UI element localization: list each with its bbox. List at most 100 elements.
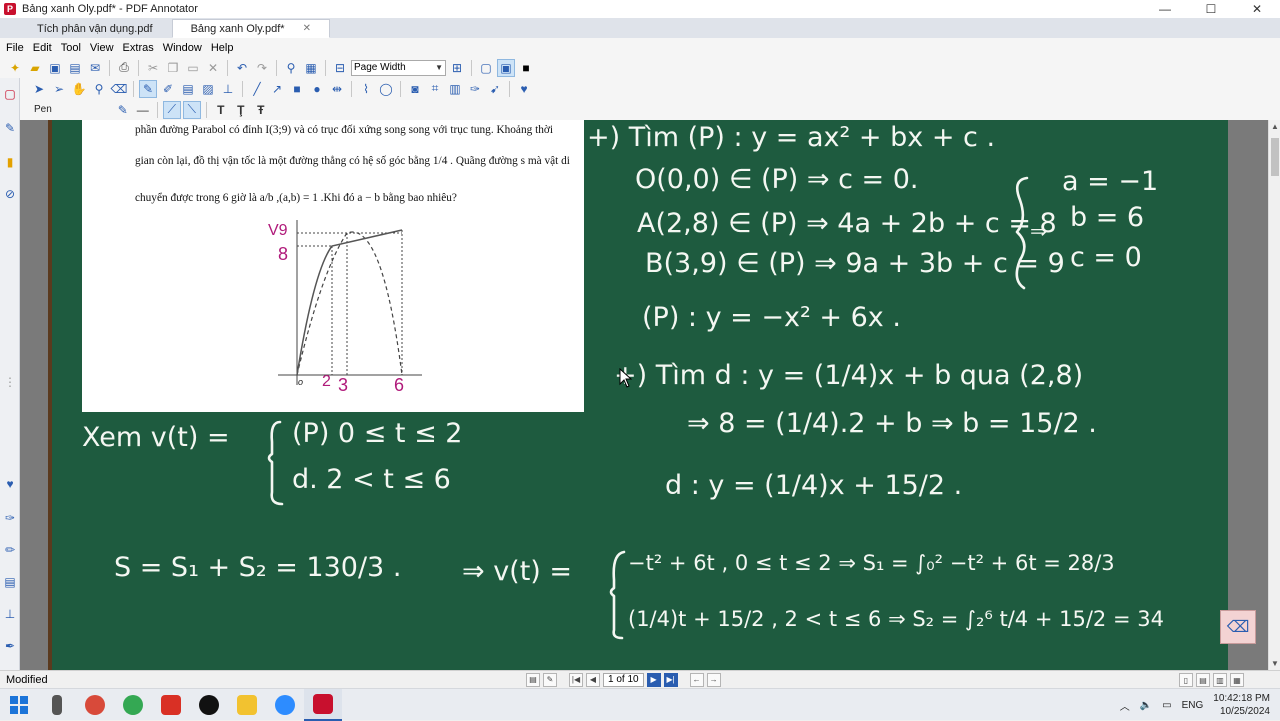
favorites-icon[interactable]: ♥ [515, 80, 533, 98]
tab-bang-xanh[interactable]: Bảng xanh Oly.pdf* ✕ [171, 19, 330, 38]
favorites-panel-icon[interactable]: ♥ [2, 476, 18, 492]
zoom-in-icon[interactable]: ⊞ [448, 59, 466, 77]
fit-width-icon[interactable]: ▣ [497, 58, 515, 77]
taskbar-chrome[interactable] [114, 689, 152, 721]
page-layout-icon[interactable]: ▦ [302, 59, 320, 77]
ellipse-icon[interactable]: ● [308, 80, 326, 98]
text-tool-icon[interactable]: T [212, 101, 230, 119]
battery-icon[interactable]: ▭ [1162, 700, 1171, 711]
zoom-select[interactable]: Page Width ▼ [351, 59, 446, 76]
panel-grip-icon[interactable]: ⋮ [2, 374, 18, 390]
taskbar-phone-app[interactable] [38, 689, 76, 721]
page-thumbs-icon[interactable]: ▤ [526, 672, 540, 687]
vertical-scrollbar[interactable]: ▲ ▼ [1268, 120, 1280, 670]
dimension-icon[interactable]: ⇹ [328, 80, 346, 98]
pen-icon[interactable]: ✎ [139, 79, 157, 98]
single-page-view-icon[interactable]: ▯ [1179, 673, 1193, 687]
taskbar-tiktok[interactable] [190, 689, 228, 721]
maximize-button[interactable]: ☐ [1188, 0, 1234, 18]
close-tab-icon[interactable]: ✕ [303, 23, 311, 34]
menu-file[interactable]: File [6, 42, 24, 54]
zoom-out-icon[interactable]: ⊟ [331, 59, 349, 77]
delete-icon[interactable]: ✕ [204, 59, 222, 77]
page-edit-icon[interactable]: ✎ [543, 672, 557, 687]
tab-tich-phan[interactable]: Tích phân vận dụng.pdf [18, 19, 172, 38]
taskbar-zoom[interactable] [266, 689, 304, 721]
back-icon[interactable]: ← [689, 672, 704, 687]
start-button[interactable] [0, 689, 38, 721]
language-indicator[interactable]: ENG [1182, 700, 1204, 711]
pen-color-icon[interactable]: ✎ [114, 101, 132, 119]
redo-icon[interactable]: ↷ [253, 59, 271, 77]
hand-icon[interactable]: ✋ [70, 80, 88, 98]
lasso-icon[interactable]: ◯ [377, 80, 395, 98]
paste-icon[interactable]: ▭ [184, 59, 202, 77]
first-page-icon[interactable]: |◀ [569, 672, 583, 687]
menu-window[interactable]: Window [163, 42, 202, 54]
marker-icon[interactable]: ✑ [466, 80, 484, 98]
save-all-icon[interactable]: ▤ [66, 59, 84, 77]
rectangle-icon[interactable]: ■ [288, 80, 306, 98]
next-page-icon[interactable]: ▶ [646, 672, 661, 687]
select-text-icon[interactable]: ➢ [50, 80, 68, 98]
crop-icon[interactable]: ⌗ [426, 80, 444, 98]
continuous-view-icon[interactable]: ▤ [1196, 673, 1210, 687]
select-arrow-icon[interactable]: ➤ [30, 80, 48, 98]
ruler-icon[interactable]: ▥ [446, 80, 464, 98]
text-box-icon[interactable]: ▤ [179, 80, 197, 98]
image-icon[interactable]: ▨ [199, 80, 217, 98]
scroll-thumb[interactable] [1271, 138, 1279, 176]
taskbar-file-explorer[interactable] [228, 689, 266, 721]
minimize-button[interactable]: — [1142, 0, 1188, 18]
tray-chevron-icon[interactable]: ︿ [1120, 698, 1130, 713]
eraser-floating-icon[interactable]: ⌫ [1220, 610, 1256, 644]
highlighter-icon[interactable]: ✐ [159, 80, 177, 98]
scroll-up-icon[interactable]: ▲ [1269, 122, 1280, 131]
scroll-down-icon[interactable]: ▼ [1269, 659, 1280, 668]
bookmark-icon[interactable]: ▮ [2, 154, 18, 170]
cut-icon[interactable]: ✂ [144, 59, 162, 77]
taskbar-cloud-app[interactable] [76, 689, 114, 721]
save-icon[interactable]: ▣ [46, 59, 64, 77]
text-format-icon[interactable]: Ţ [232, 101, 250, 119]
stamp-panel-icon[interactable]: ⊥ [2, 606, 18, 622]
print-icon[interactable]: ⎙ [115, 59, 133, 77]
menu-tool[interactable]: Tool [61, 42, 81, 54]
two-page-view-icon[interactable]: ▥ [1213, 673, 1227, 687]
taskbar-media-app[interactable] [152, 689, 190, 721]
volume-icon[interactable]: 🔈 [1140, 700, 1152, 711]
open-folder-icon[interactable]: ▰ [26, 59, 44, 77]
taskbar-pdf-annotator[interactable] [304, 688, 342, 721]
menu-edit[interactable]: Edit [33, 42, 52, 54]
strikeout-icon[interactable]: Ŧ [252, 101, 270, 119]
smooth-pen-icon[interactable]: ⟋ [162, 100, 181, 119]
document-view[interactable]: phần đường Parabol có đỉnh I(3;9) và có … [20, 120, 1268, 670]
new-page-icon[interactable]: ▢ [2, 86, 18, 102]
clock[interactable]: 10:42:18 PM 10/25/2024 [1213, 692, 1270, 718]
attachment-icon[interactable]: ⊘ [2, 186, 18, 202]
straight-pen-icon[interactable]: ⟍ [182, 100, 201, 119]
stamp-icon[interactable]: ⊥ [219, 80, 237, 98]
arrow-icon[interactable]: ↗ [268, 80, 286, 98]
text-panel-icon[interactable]: ▤ [2, 574, 18, 590]
undo-icon[interactable]: ↶ [233, 59, 251, 77]
polyline-icon[interactable]: ⌇ [357, 80, 375, 98]
new-document-icon[interactable]: ✦ [6, 59, 24, 77]
zoom-tool-icon[interactable]: ⚲ [90, 80, 108, 98]
cursor-options-icon[interactable]: ➹ [486, 80, 504, 98]
eyedropper-icon[interactable]: ✑ [2, 510, 18, 526]
pen-tool-icon[interactable]: ✒ [2, 638, 18, 654]
page-indicator[interactable]: 1 of 10 [603, 672, 644, 687]
line-icon[interactable]: ╱ [248, 80, 266, 98]
forward-icon[interactable]: → [706, 672, 721, 687]
menu-extras[interactable]: Extras [123, 42, 154, 54]
full-screen-icon[interactable]: ■ [517, 59, 535, 77]
copy-icon[interactable]: ❐ [164, 59, 182, 77]
menu-view[interactable]: View [90, 42, 114, 54]
last-page-icon[interactable]: ▶| [663, 672, 678, 687]
pen-panel-icon[interactable]: ✎ [2, 120, 18, 136]
previous-page-icon[interactable]: ◀ [586, 672, 600, 687]
menu-help[interactable]: Help [211, 42, 234, 54]
find-icon[interactable]: ⚲ [282, 59, 300, 77]
line-width-icon[interactable]: — [134, 101, 152, 119]
